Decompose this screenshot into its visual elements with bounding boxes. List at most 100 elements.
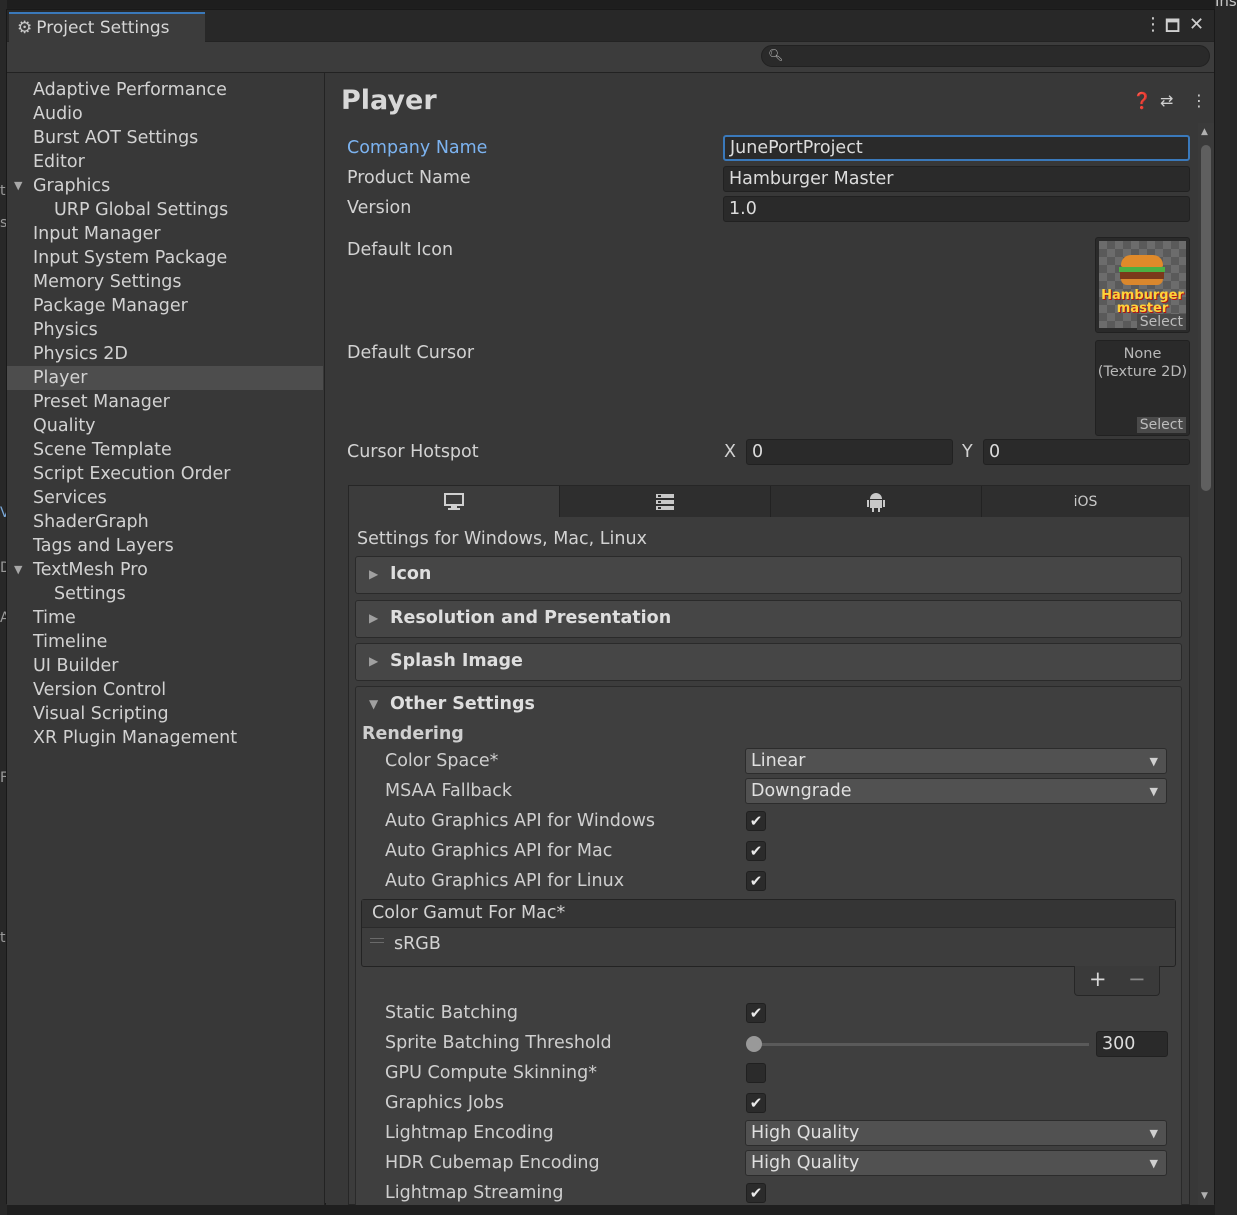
sidebar-item[interactable]: ▼ Graphics	[7, 174, 323, 198]
sidebar-item[interactable]: Quality	[7, 414, 323, 438]
sidebar-item[interactable]: Memory Settings	[7, 270, 323, 294]
product-name-field[interactable]: Hamburger Master	[723, 166, 1190, 192]
sidebar-item[interactable]: Tags and Layers	[7, 534, 323, 558]
sidebar-item[interactable]: Preset Manager	[7, 390, 323, 414]
color-gamut-list: Color Gamut For Mac* sRGB	[361, 899, 1176, 967]
color-gamut-header: Color Gamut For Mac*	[362, 900, 1175, 928]
sidebar-item[interactable]: XR Plugin Management	[7, 726, 323, 750]
expand-caret-icon[interactable]: ▼	[14, 174, 22, 198]
sidebar-item[interactable]: Settings	[7, 582, 323, 606]
auto-graphics-mac-checkbox[interactable]: ✔	[746, 841, 766, 861]
maximize-icon[interactable]: 🗖	[1165, 15, 1180, 42]
sidebar-item-label: Quality	[33, 416, 96, 436]
sidebar-item-label: XR Plugin Management	[33, 728, 238, 748]
sidebar-item-label: Audio	[33, 104, 83, 124]
sidebar-item[interactable]: Adaptive Performance	[7, 78, 323, 102]
sprite-threshold-slider[interactable]	[752, 1043, 1089, 1046]
sidebar-item-label: TextMesh Pro	[33, 560, 148, 580]
sidebar-item[interactable]: ▼ TextMesh Pro	[7, 558, 323, 582]
hotspot-y-field[interactable]: 0	[983, 439, 1190, 465]
sprite-threshold-field[interactable]: 300	[1096, 1031, 1168, 1057]
sidebar-item[interactable]: Physics 2D	[7, 342, 323, 366]
close-icon[interactable]: ✕	[1189, 14, 1204, 35]
sidebar-item-label: Visual Scripting	[33, 704, 169, 724]
add-icon[interactable]: +	[1089, 967, 1107, 991]
sidebar-item[interactable]: Audio	[7, 102, 323, 126]
auto-graphics-windows-checkbox[interactable]: ✔	[746, 811, 766, 831]
help-icon[interactable]: ❓	[1132, 91, 1152, 110]
slider-knob[interactable]	[746, 1036, 762, 1052]
scroll-up-icon[interactable]: ▲	[1201, 127, 1208, 137]
tab-android[interactable]	[770, 486, 981, 517]
sidebar-item-label: Package Manager	[33, 296, 188, 316]
auto-graphics-linux-checkbox[interactable]: ✔	[746, 871, 766, 891]
expand-arrow-icon: ▶	[369, 567, 379, 581]
scrollbar-thumb[interactable]	[1201, 145, 1211, 491]
static-batching-checkbox[interactable]: ✔	[746, 1003, 766, 1023]
sidebar-item[interactable]: Time	[7, 606, 323, 630]
tab-standalone[interactable]	[349, 486, 559, 517]
sidebar-item[interactable]: Editor	[7, 150, 323, 174]
sidebar-item[interactable]: Physics	[7, 318, 323, 342]
sidebar-item-label: URP Global Settings	[54, 200, 229, 220]
sidebar-item[interactable]: UI Builder	[7, 654, 323, 678]
sidebar-item[interactable]: Timeline	[7, 630, 323, 654]
company-name-field[interactable]: JunePortProject	[723, 135, 1190, 161]
drag-handle-icon[interactable]	[370, 938, 384, 943]
sidebar-item[interactable]: Player	[7, 366, 323, 390]
foldout-icon-section[interactable]: ▶ Icon	[355, 556, 1182, 594]
desktop-icon	[444, 492, 464, 510]
sidebar-item[interactable]: ShaderGraph	[7, 510, 323, 534]
sidebar-item[interactable]: Input System Package	[7, 246, 323, 270]
icon-select-button[interactable]: Select	[1136, 314, 1186, 330]
expand-caret-icon[interactable]: ▼	[14, 558, 22, 582]
lightmap-encoding-dropdown[interactable]: High Quality ▼	[745, 1120, 1167, 1146]
sidebar-item[interactable]: Burst AOT Settings	[7, 126, 323, 150]
scroll-down-icon[interactable]: ▼	[1201, 1191, 1208, 1201]
sidebar-item[interactable]: Package Manager	[7, 294, 323, 318]
sidebar-item-label: ShaderGraph	[33, 512, 149, 532]
sidebar-item[interactable]: Script Execution Order	[7, 462, 323, 486]
android-icon	[867, 492, 885, 512]
sidebar-item-label: Preset Manager	[33, 392, 170, 412]
gpu-skinning-checkbox[interactable]	[746, 1063, 766, 1083]
player-settings-panel: Player ❓ ⇄ ⋮ Company Name JunePortProjec…	[326, 73, 1214, 1205]
more-options-icon[interactable]: ⋮	[1191, 91, 1207, 110]
sidebar-item[interactable]: Input Manager	[7, 222, 323, 246]
preset-icon[interactable]: ⇄	[1160, 91, 1173, 110]
tab-dedicated-server[interactable]	[559, 486, 770, 517]
sidebar-item-label: Timeline	[33, 632, 108, 652]
sidebar-item[interactable]: Version Control	[7, 678, 323, 702]
hotspot-x-field[interactable]: 0	[746, 439, 953, 465]
other-settings-title[interactable]: Other Settings	[390, 694, 535, 714]
collapse-arrow-icon[interactable]: ▼	[369, 697, 378, 711]
default-icon-field[interactable]: Hamburger master Select	[1095, 237, 1190, 333]
title-bar: ⚙ Project Settings ⋮ 🗖 ✕	[7, 10, 1214, 42]
chevron-down-icon: ▼	[1149, 785, 1158, 798]
color-gamut-item[interactable]: sRGB	[394, 934, 441, 954]
remove-icon[interactable]: −	[1128, 967, 1146, 991]
more-options-icon[interactable]: ⋮	[1144, 14, 1162, 35]
sidebar-item[interactable]: Scene Template	[7, 438, 323, 462]
lightmap-streaming-checkbox[interactable]: ✔	[746, 1183, 766, 1203]
cursor-select-button[interactable]: Select	[1136, 417, 1186, 433]
project-settings-tab[interactable]: ⚙ Project Settings	[9, 12, 205, 42]
hdr-cubemap-dropdown[interactable]: High Quality ▼	[745, 1150, 1167, 1176]
default-cursor-field[interactable]: None (Texture 2D) Select	[1095, 340, 1190, 436]
expand-arrow-icon: ▶	[369, 611, 379, 625]
graphics-jobs-checkbox[interactable]: ✔	[746, 1093, 766, 1113]
foldout-splash-image[interactable]: ▶ Splash Image	[355, 643, 1182, 681]
editor-background-top	[0, 0, 1237, 8]
foldout-resolution[interactable]: ▶ Resolution and Presentation	[355, 600, 1182, 638]
lightmap-encoding-label: Lightmap Encoding	[385, 1123, 554, 1143]
sidebar-item[interactable]: URP Global Settings	[7, 198, 323, 222]
search-input[interactable]: 🔍︎	[761, 45, 1210, 67]
sidebar-item[interactable]: Services	[7, 486, 323, 510]
version-field[interactable]: 1.0	[723, 196, 1190, 222]
msaa-fallback-dropdown[interactable]: Downgrade ▼	[745, 778, 1167, 804]
color-space-dropdown[interactable]: Linear ▼	[745, 748, 1167, 774]
auto-graphics-linux-label: Auto Graphics API for Linux	[385, 871, 625, 891]
tab-ios[interactable]: iOS	[981, 486, 1189, 517]
sidebar-item-label: Physics	[33, 320, 98, 340]
sidebar-item[interactable]: Visual Scripting	[7, 702, 323, 726]
